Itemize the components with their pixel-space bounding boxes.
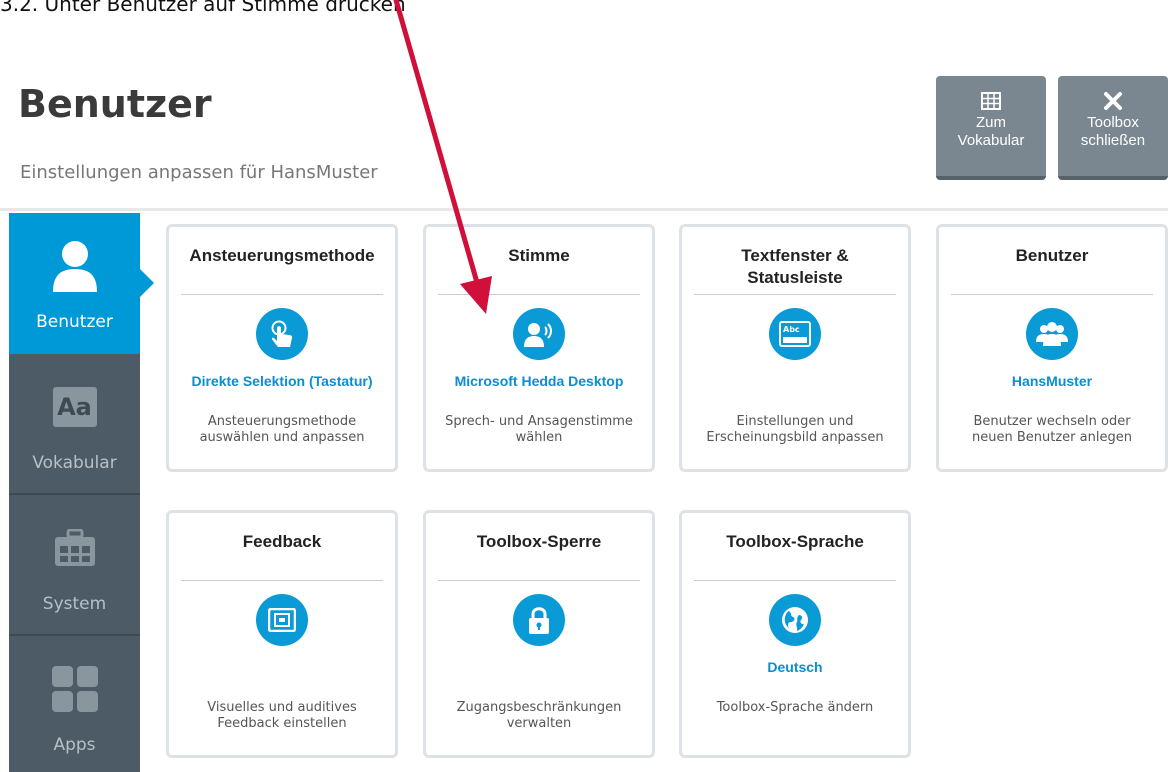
svg-text:Abc: Abc xyxy=(783,325,800,334)
tile-title: Toolbox-Sperre xyxy=(476,532,602,551)
tile-title: Benutzer xyxy=(1015,246,1089,265)
tile-stimme[interactable]: Stimme Microsoft Hedda Desktop Sprech- u… xyxy=(423,224,655,472)
tile-divider xyxy=(181,580,383,581)
tile-title: Toolbox-Sprache xyxy=(726,532,864,551)
tile-divider xyxy=(438,580,640,581)
tile-value: Deutsch xyxy=(767,659,823,675)
sidebar: Benutzer Aa Vokabular System Apps xyxy=(9,213,154,772)
apps-icon xyxy=(51,657,99,721)
user-icon xyxy=(52,234,98,298)
globe-icon xyxy=(769,594,821,646)
tile-ansteuerungsmethode[interactable]: Ansteuerungsmethode Direkte Selektion (T… xyxy=(166,224,398,472)
tile-divider xyxy=(694,294,896,295)
tile-description: Zugangsbeschränkungen verwalten xyxy=(456,700,622,731)
tile-feedback[interactable]: Feedback Visuelles und auditives Feedbac… xyxy=(166,510,398,758)
tile-description: Ansteuerungsmethode auswählen und anpass… xyxy=(199,414,365,445)
touch-icon xyxy=(256,308,308,360)
close-toolbox-button[interactable]: Toolbox schließen xyxy=(1058,76,1168,180)
page-title: Benutzer xyxy=(18,82,212,126)
tile-value: Microsoft Hedda Desktop xyxy=(454,373,624,389)
sidebar-item-label: Vokabular xyxy=(32,452,117,473)
tile-toolbox-sperre[interactable]: Toolbox-Sperre Zugangsbeschränkungen ver… xyxy=(423,510,655,758)
sidebar-item-label: Benutzer xyxy=(36,311,113,332)
tile-title: Stimme xyxy=(508,246,570,265)
tile-description: Toolbox-Sprache ändern xyxy=(716,700,874,715)
sidebar-item-benutzer[interactable]: Benutzer xyxy=(9,213,154,354)
feedback-icon xyxy=(256,594,308,646)
tile-title: Textfenster & Statusleiste xyxy=(741,246,849,287)
tile-title: Feedback xyxy=(242,532,322,551)
toolbox-icon xyxy=(54,516,96,580)
to-vocabulary-label: Zum Vokabular xyxy=(957,114,1025,149)
to-vocabulary-button[interactable]: Zum Vokabular xyxy=(936,76,1046,180)
instruction-caption: 3.2. Unter Benutzer auf Stimme drücken xyxy=(0,0,406,16)
users-icon xyxy=(1026,308,1078,360)
tile-benutzer[interactable]: Benutzer HansMuster Benutzer wechseln od… xyxy=(936,224,1168,472)
tile-description: Benutzer wechseln oder neuen Benutzer an… xyxy=(972,414,1132,445)
sidebar-item-apps[interactable]: Apps xyxy=(9,636,140,772)
close-toolbox-label: Toolbox schließen xyxy=(1080,114,1146,149)
lock-icon xyxy=(513,594,565,646)
sidebar-item-vokabular[interactable]: Aa Vokabular xyxy=(9,354,140,495)
tile-description: Einstellungen und Erscheinungsbild anpas… xyxy=(706,414,884,445)
tile-divider xyxy=(694,580,896,581)
sidebar-item-label: System xyxy=(42,593,107,614)
tile-value: Direkte Selektion (Tastatur) xyxy=(191,373,373,389)
tile-description: Visuelles und auditives Feedback einstel… xyxy=(207,700,357,731)
sidebar-item-label: Apps xyxy=(53,734,96,755)
text-window-icon: Abc xyxy=(769,308,821,360)
tile-divider xyxy=(181,294,383,295)
tile-toolbox-sprache[interactable]: Toolbox-Sprache Deutsch Toolbox-Sprache … xyxy=(679,510,911,758)
header-divider xyxy=(0,208,1168,211)
close-icon xyxy=(1103,88,1123,114)
tile-value: HansMuster xyxy=(1011,373,1093,389)
grid-icon xyxy=(981,88,1001,114)
sidebar-item-system[interactable]: System xyxy=(9,495,140,636)
tile-divider xyxy=(951,294,1153,295)
tile-divider xyxy=(438,294,640,295)
tile-title: Ansteuerungsmethode xyxy=(189,246,375,265)
voice-icon xyxy=(513,308,565,360)
tile-textfenster-statusleiste[interactable]: Textfenster & Statusleiste Abc Einstellu… xyxy=(679,224,911,472)
tile-description: Sprech- und Ansagenstimme wählen xyxy=(445,414,633,445)
page-subtitle: Einstellungen anpassen für HansMuster xyxy=(20,162,378,183)
vocabulary-icon: Aa xyxy=(52,375,97,439)
